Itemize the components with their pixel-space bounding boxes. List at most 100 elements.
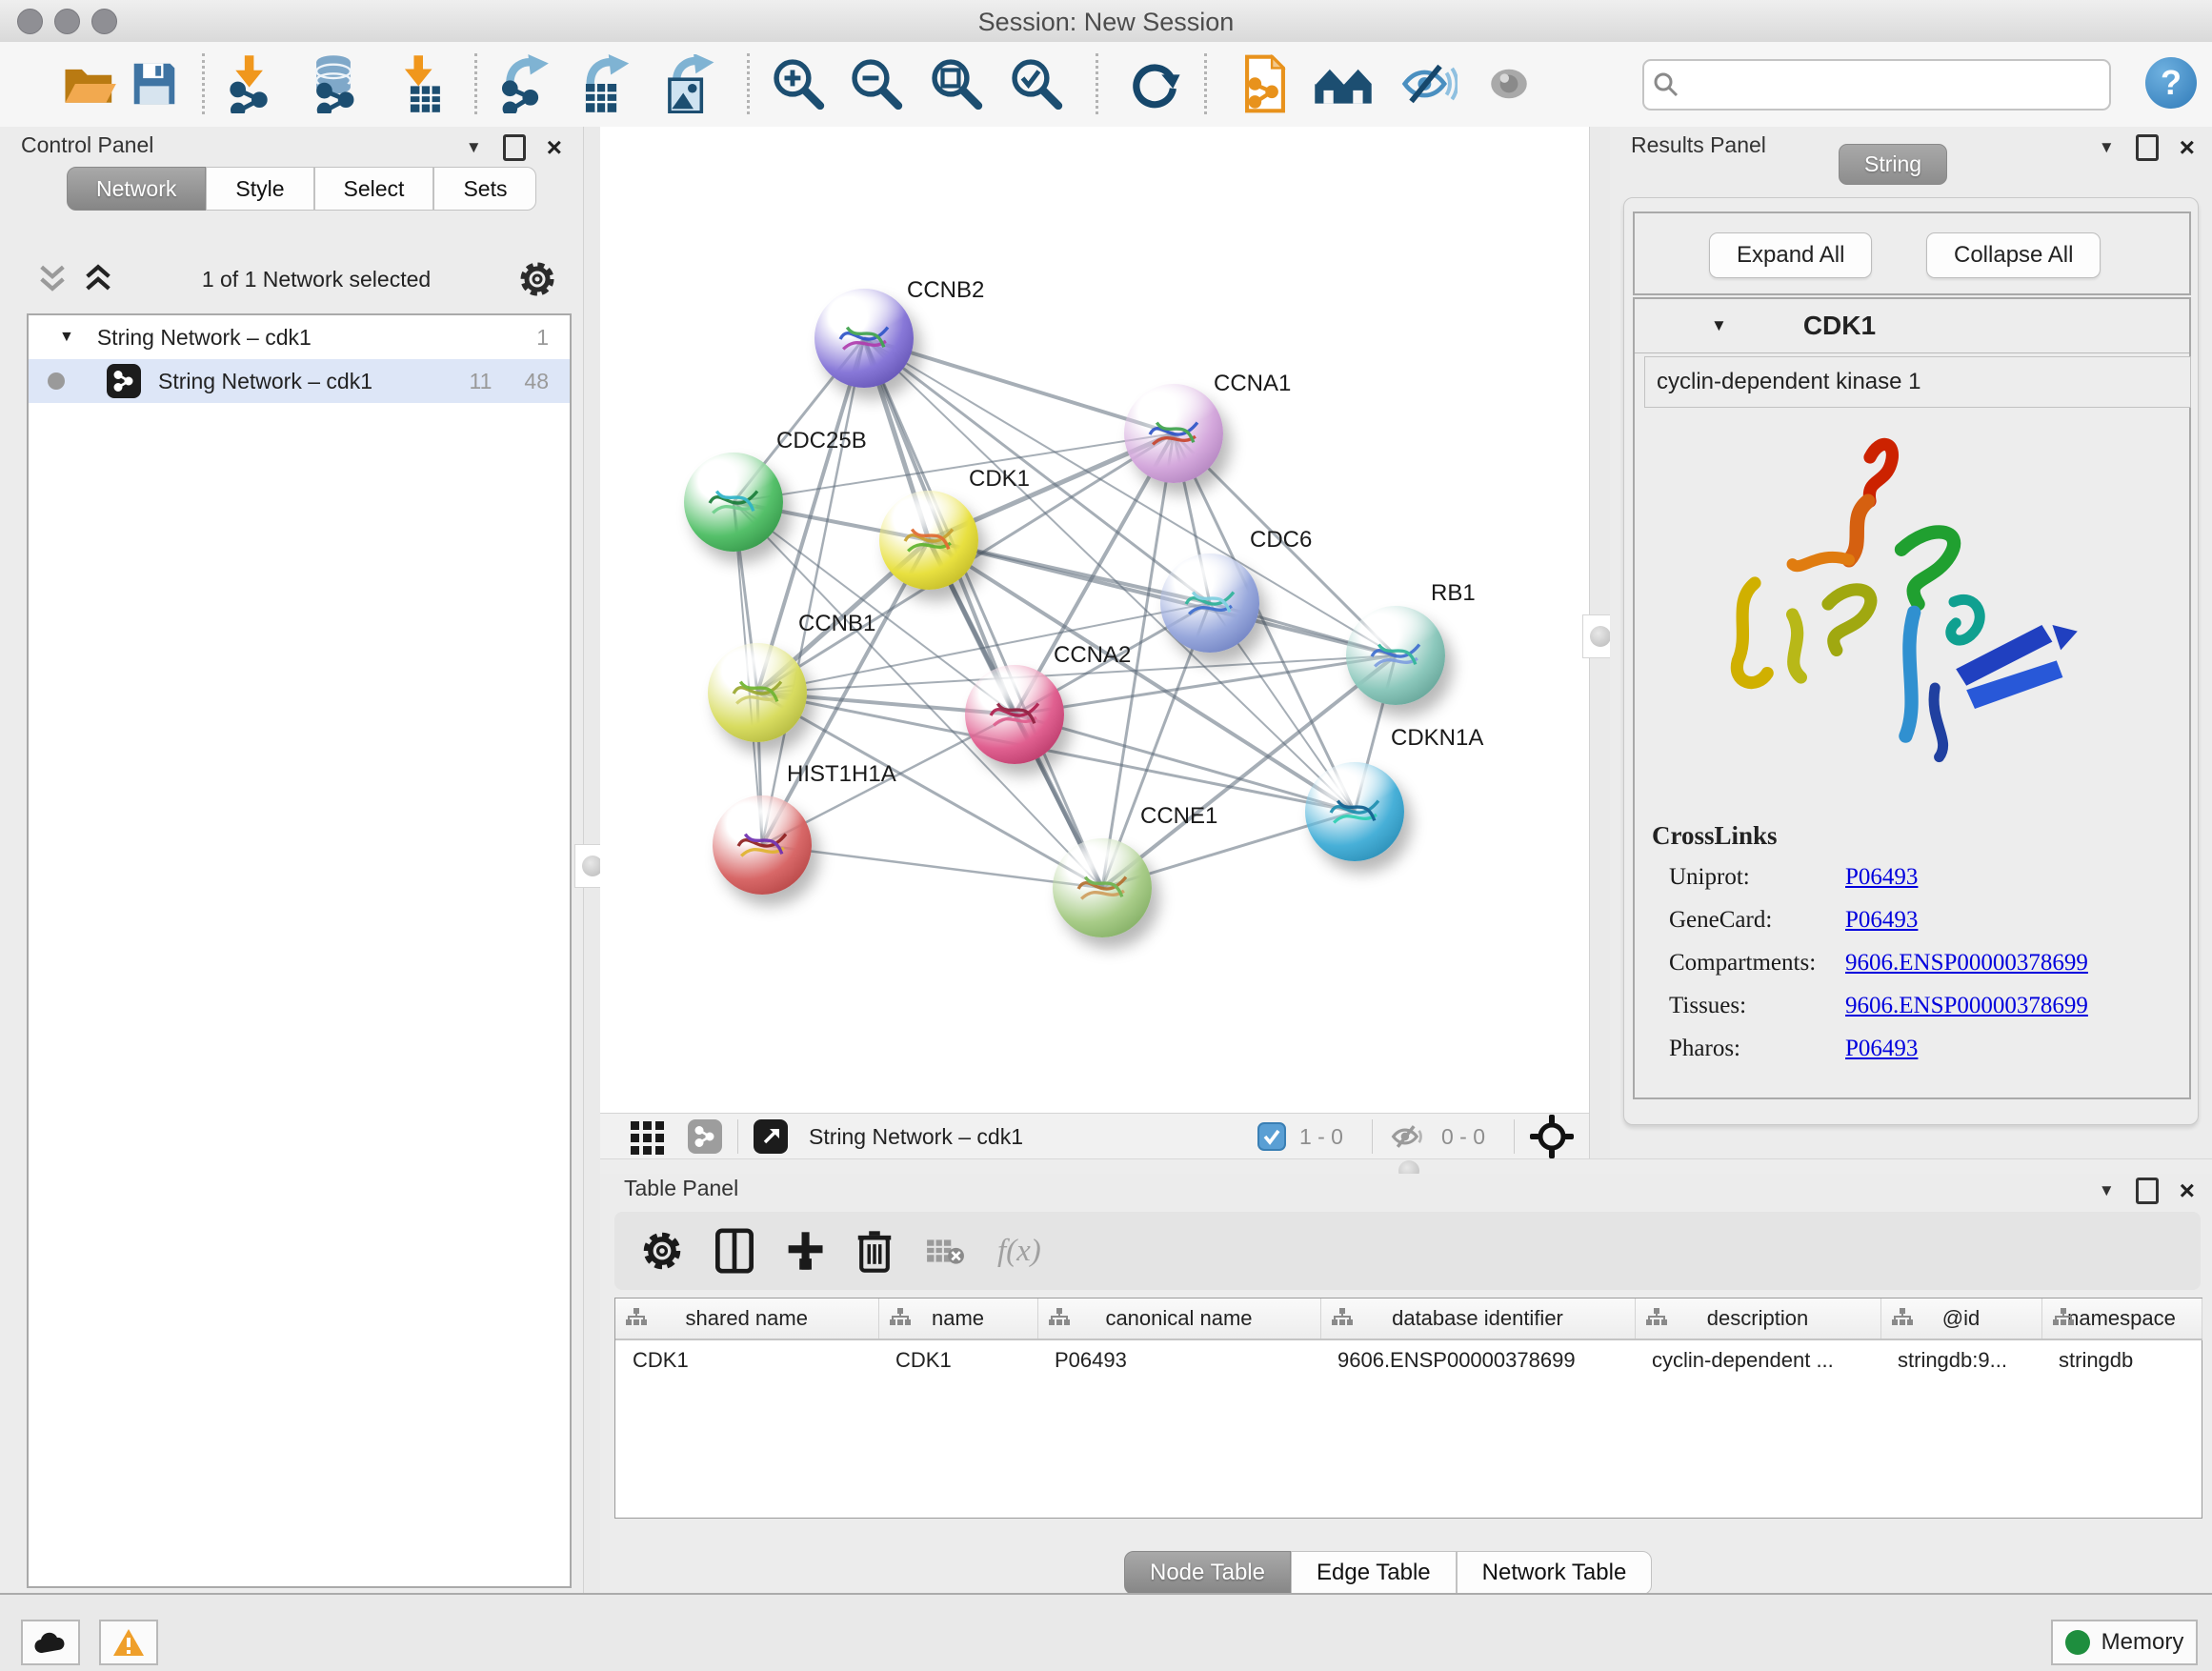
network-collection-row[interactable]: ▼ String Network – cdk1 1 (29, 315, 570, 359)
collapse-all-button[interactable]: Collapse All (1926, 232, 2101, 278)
gear-icon[interactable] (518, 260, 556, 298)
network-node-ccna2[interactable] (965, 665, 1064, 764)
gene-card-header[interactable]: ▼ CDK1 (1635, 299, 2189, 353)
cell-name[interactable]: CDK1 (878, 1339, 1037, 1380)
network-edge[interactable] (864, 338, 1102, 888)
panel-close-icon[interactable] (2180, 1180, 2195, 1201)
panel-float-icon[interactable] (503, 134, 526, 161)
network-node-ccna1[interactable] (1124, 384, 1223, 483)
export-image-icon[interactable] (657, 53, 718, 114)
col-canonical-name[interactable]: canonical name (1037, 1299, 1320, 1339)
network-view[interactable]: CCNB2CCNA1CDC25BCDK1CDC6RB1CCNB1CCNA2CDK… (600, 127, 1589, 1113)
crosslink-uniprot[interactable]: P06493 (1845, 864, 1918, 891)
export-network-icon[interactable] (495, 53, 556, 114)
network-edge[interactable] (762, 845, 1102, 888)
show-columns-icon[interactable] (715, 1228, 754, 1274)
expand-all-icon[interactable] (82, 264, 114, 294)
collapse-all-icon[interactable] (36, 264, 69, 294)
zoom-in-icon[interactable] (768, 53, 829, 114)
cell-id[interactable]: stringdb:9... (1880, 1339, 2041, 1380)
zoom-fit-icon[interactable] (926, 53, 987, 114)
zoom-selected-icon[interactable] (1006, 53, 1067, 114)
panel-float-icon[interactable] (2136, 1178, 2159, 1204)
panel-menu-icon[interactable] (2099, 138, 2115, 157)
save-session-icon[interactable] (124, 53, 185, 114)
col-id[interactable]: @id (1880, 1299, 2041, 1339)
table-gear-icon[interactable] (641, 1230, 683, 1272)
tab-node-table[interactable]: Node Table (1124, 1551, 1291, 1595)
gene-collapse-icon[interactable]: ▼ (1711, 316, 1727, 335)
crosslink-tissues[interactable]: 9606.ENSP00000378699 (1845, 993, 2088, 1019)
network-node-ccnb1[interactable] (708, 643, 807, 742)
detach-view-icon[interactable] (754, 1119, 788, 1154)
tab-network[interactable]: Network (67, 167, 206, 211)
import-network-file-icon[interactable] (221, 53, 282, 114)
search-input[interactable] (1688, 70, 2109, 99)
zoom-out-icon[interactable] (846, 53, 907, 114)
eye-slash-icon[interactable] (1398, 53, 1459, 114)
expand-all-button[interactable]: Expand All (1709, 232, 1872, 278)
col-description[interactable]: description (1635, 1299, 1880, 1339)
delete-column-icon[interactable] (856, 1229, 893, 1273)
network-canvas[interactable]: CCNB2CCNA1CDC25BCDK1CDC6RB1CCNB1CCNA2CDK… (600, 127, 1589, 1113)
import-network-database-icon[interactable] (303, 53, 364, 114)
crosslink-genecard[interactable]: P06493 (1845, 907, 1918, 934)
network-node-rb1[interactable] (1346, 606, 1445, 705)
tree-expander-icon[interactable]: ▼ (59, 329, 74, 346)
tab-select-label: Select (344, 176, 405, 202)
panel-close-icon[interactable] (547, 137, 562, 158)
cell-database-identifier[interactable]: 9606.ENSP00000378699 (1320, 1339, 1635, 1380)
network-row[interactable]: String Network – cdk1 11 48 (29, 359, 570, 403)
memory-button[interactable]: Memory (2051, 1620, 2198, 1665)
warning-button[interactable] (99, 1620, 158, 1665)
network-node-cdc6[interactable] (1160, 554, 1259, 653)
network-node-cdc25b[interactable] (684, 453, 783, 552)
crosslink-pharos[interactable]: P06493 (1845, 1036, 1918, 1062)
cell-namespace[interactable]: stringdb (2041, 1339, 2202, 1380)
export-table-icon[interactable] (573, 53, 634, 114)
panel-menu-icon[interactable] (2099, 1181, 2115, 1200)
col-name[interactable]: name (878, 1299, 1037, 1339)
network-node-ccnb2[interactable] (814, 289, 914, 388)
tab-string[interactable]: String (1839, 144, 1947, 185)
right-splitter[interactable] (1589, 127, 1612, 1158)
birdseye-icon[interactable] (1530, 1115, 1574, 1158)
add-column-icon[interactable] (786, 1230, 824, 1272)
houses-icon[interactable] (1313, 53, 1374, 114)
node-table[interactable]: shared name name canonical name database… (614, 1298, 2202, 1519)
document-share-icon[interactable] (1235, 53, 1296, 114)
help-button[interactable]: ? (2145, 57, 2197, 109)
refresh-icon[interactable] (1124, 53, 1185, 114)
eye-icon[interactable] (1478, 53, 1539, 114)
network-node-hist1h1a[interactable] (713, 795, 812, 895)
tab-network-table[interactable]: Network Table (1457, 1551, 1653, 1595)
network-node-cdk1[interactable] (879, 491, 978, 590)
import-table-icon[interactable] (392, 53, 453, 114)
network-node-cdkn1a[interactable] (1305, 762, 1404, 861)
tab-select[interactable]: Select (314, 167, 434, 211)
string-view-icon[interactable] (688, 1119, 722, 1154)
panel-close-icon[interactable] (2180, 137, 2195, 158)
delete-table-icon[interactable] (925, 1236, 965, 1266)
open-session-icon[interactable] (59, 53, 120, 114)
left-splitter[interactable] (583, 127, 602, 1593)
cloud-button[interactable] (21, 1620, 80, 1665)
col-shared-name[interactable]: shared name (615, 1299, 878, 1339)
cell-canonical-name[interactable]: P06493 (1037, 1339, 1320, 1380)
cell-description[interactable]: cyclin-dependent ... (1635, 1339, 1880, 1380)
search-field[interactable] (1642, 59, 2111, 111)
tab-sets[interactable]: Sets (433, 167, 536, 211)
grid-view-icon[interactable] (629, 1117, 667, 1156)
tab-edge-table[interactable]: Edge Table (1291, 1551, 1457, 1595)
tab-style[interactable]: Style (206, 167, 313, 211)
col-database-identifier[interactable]: database identifier (1320, 1299, 1635, 1339)
table-row[interactable]: CDK1 CDK1 P06493 9606.ENSP00000378699 cy… (615, 1339, 2202, 1380)
cell-shared-name[interactable]: CDK1 (615, 1339, 878, 1380)
panel-menu-icon[interactable] (466, 138, 482, 157)
col-namespace[interactable]: namespace (2041, 1299, 2202, 1339)
panel-float-icon[interactable] (2136, 134, 2159, 161)
function-builder-icon[interactable]: f(x) (997, 1234, 1041, 1269)
network-node-ccne1[interactable] (1053, 838, 1152, 937)
selected-checkbox-icon[interactable] (1257, 1122, 1286, 1151)
crosslink-compartments[interactable]: 9606.ENSP00000378699 (1845, 950, 2088, 976)
